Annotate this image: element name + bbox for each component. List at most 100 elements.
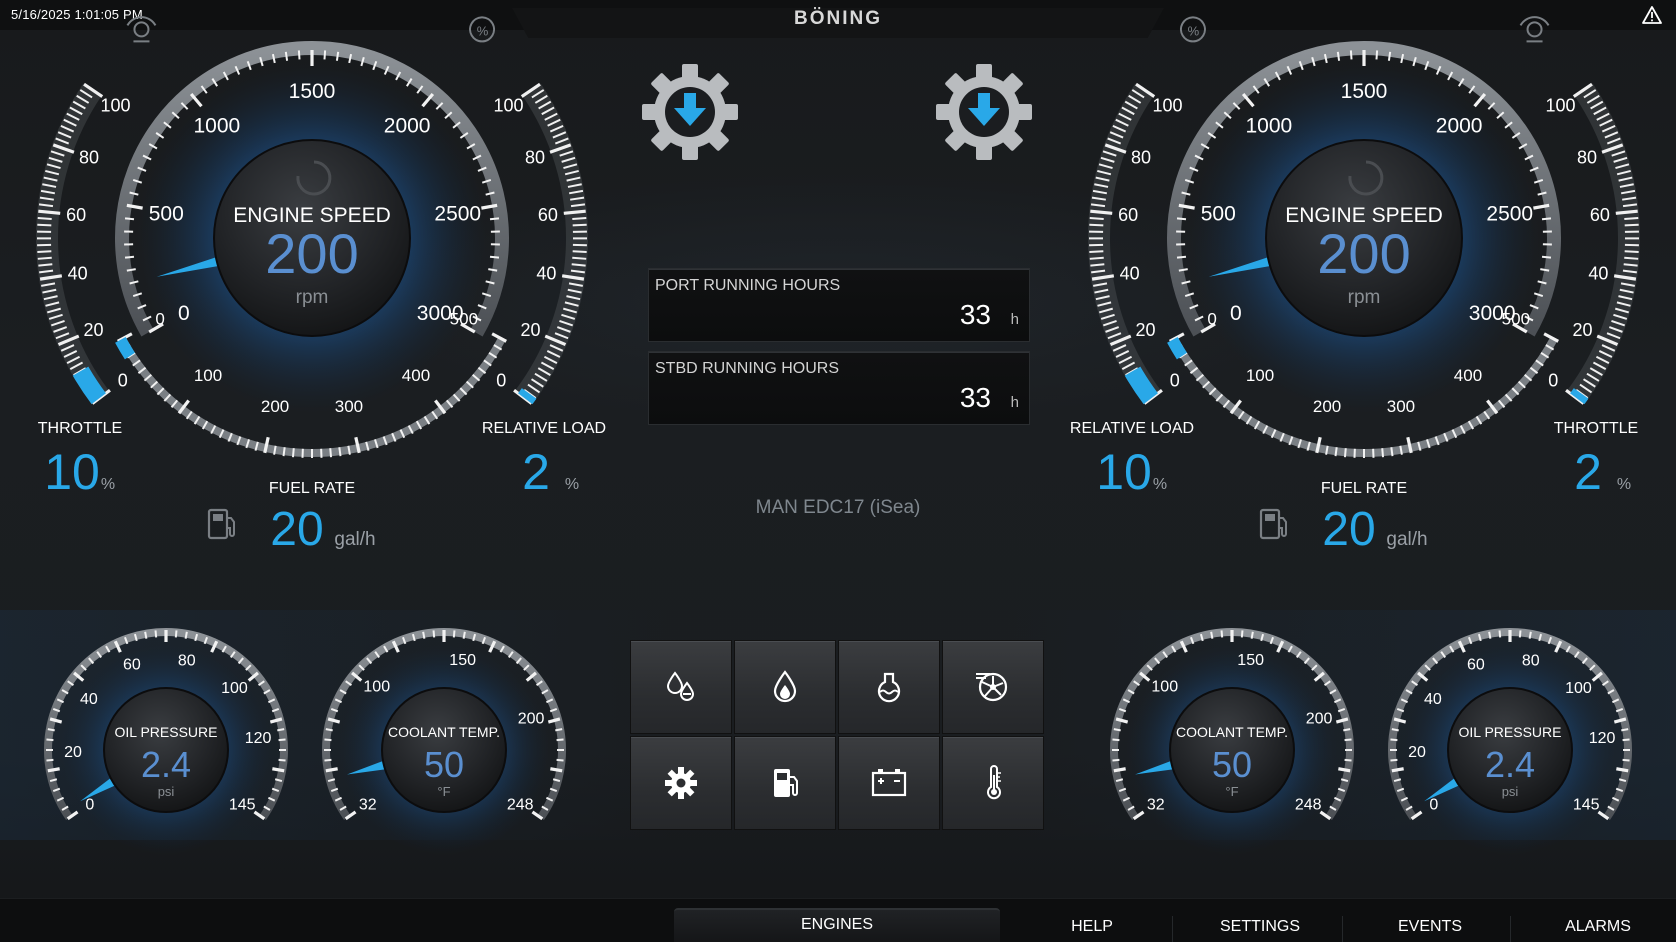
rpm-tick-label: 1500 — [1341, 80, 1388, 103]
gauge-tick — [277, 728, 285, 732]
coolant-temp-title: COOLANT TEMP. — [1176, 724, 1288, 740]
oil-pressure-tick-label: 0 — [1429, 796, 1438, 813]
gauge-tick — [1334, 447, 1338, 457]
throttle-tick-label: 60 — [1590, 205, 1610, 225]
gear-download-icon — [936, 64, 1032, 160]
fuel-pump-button[interactable] — [734, 736, 836, 830]
fuel-rate-tick-label: 100 — [1246, 366, 1274, 385]
fuel-rate-indicator — [1167, 337, 1187, 360]
gauge-tick — [1344, 758, 1352, 762]
coolant-temp-tick-label: 100 — [363, 679, 390, 696]
tab-engines[interactable]: ENGINES — [674, 908, 1000, 942]
gauge-tick — [1390, 447, 1394, 457]
throttle-tick-label: 20 — [84, 320, 104, 340]
coolant-temp-tick-label: 150 — [1237, 652, 1264, 669]
relative-load-tick-label: 100 — [1152, 95, 1182, 115]
tab-events[interactable]: EVENTS — [1346, 918, 1514, 942]
oil-pressure-tick-label: 60 — [1467, 657, 1485, 674]
gauge-tick — [572, 216, 587, 220]
coolant-temp-tick-label: 200 — [1306, 710, 1333, 727]
fuel-pump-icon — [207, 508, 235, 540]
fuel-rate-tick-label: 400 — [1454, 366, 1482, 385]
oil-pressure-tick-label: 100 — [1565, 680, 1592, 697]
throttle-value: 10 — [44, 444, 100, 500]
gauge-tick — [1089, 250, 1104, 254]
relative-load-label: RELATIVE LOAD — [1070, 420, 1194, 437]
coolant-button[interactable] — [838, 640, 940, 734]
load-percent-icon: % — [469, 16, 495, 43]
stbd-gear-download-button[interactable] — [932, 60, 1036, 164]
gauge-tick — [284, 51, 289, 61]
gauge-tick — [46, 758, 54, 762]
fuel-rate-label: FUEL RATE — [1321, 480, 1407, 497]
coolant-temp-tick-label: 100 — [1151, 679, 1178, 696]
engine-dashboard: 5/16/2025 1:01:05 PM BÖNING 0 500 1000 1… — [0, 0, 1676, 942]
oil-pressure-tick-label: 40 — [80, 691, 98, 708]
gauge-tick — [1390, 738, 1398, 742]
coolant-temp-tick-label: 200 — [518, 710, 545, 727]
throttle-tick-label: 40 — [1588, 263, 1608, 283]
gear-download-icon — [642, 64, 738, 160]
gauge-tick — [1113, 767, 1126, 773]
rpm-tick-label: 0 — [1230, 302, 1242, 325]
battery-icon — [871, 769, 907, 797]
gauge-tick — [1387, 51, 1392, 61]
gauge-tick — [38, 263, 53, 267]
tab-help[interactable]: HELP — [1008, 918, 1176, 942]
gauge-tick — [550, 767, 563, 773]
rpm-tick-label: 2000 — [384, 115, 431, 138]
gauge-tick — [1176, 255, 1187, 259]
gauge-tick — [1090, 263, 1105, 267]
coolant-temp-tick-label: 32 — [1147, 796, 1165, 813]
tab-settings[interactable]: SETTINGS — [1176, 918, 1344, 942]
rpm-tick-label: 500 — [1201, 202, 1236, 225]
engine-speed-value: 200 — [1317, 222, 1410, 285]
nav-divider — [1510, 916, 1511, 942]
gauge-tick — [1113, 728, 1121, 732]
coolant-temp-tick-label: 150 — [449, 652, 476, 669]
fuel-rate-tick-label: 300 — [1387, 397, 1415, 416]
oil-button[interactable] — [630, 640, 732, 734]
gauge-tick — [1344, 738, 1352, 742]
gauge-tick — [572, 256, 587, 260]
gauge-tick — [1112, 758, 1120, 762]
gauge-tick — [325, 728, 333, 732]
temperature-button[interactable] — [942, 736, 1044, 830]
throttle-unit: % — [1617, 476, 1631, 493]
gauge-tick — [124, 217, 135, 221]
gauge-tick — [335, 51, 340, 61]
oil-pressure-tick-label: 145 — [1573, 796, 1600, 813]
coolant-temp-title: COOLANT TEMP. — [388, 724, 500, 740]
gauge-tick — [1090, 209, 1113, 215]
throttle-indicator — [1570, 388, 1589, 405]
settings-gear-button[interactable] — [630, 736, 732, 830]
gauge-tick — [325, 767, 338, 773]
fuel-button[interactable] — [734, 640, 836, 734]
gauge-tick — [338, 447, 342, 457]
rpm-tick-label: 0 — [178, 302, 190, 325]
rpm-tick-label: 1000 — [194, 115, 241, 138]
gauge-tick — [297, 50, 301, 60]
stbd-coolant-temp-gauge: 32 100 150 200 248 COOLANT TEMP. 50°F — [1110, 628, 1354, 855]
battery-button[interactable] — [838, 736, 940, 830]
gauge-tick — [1381, 448, 1385, 458]
relative-load-tick-label: 80 — [1131, 148, 1151, 168]
gauge-tick — [1622, 738, 1630, 742]
port-gear-download-button[interactable] — [638, 60, 742, 164]
nav-divider — [1172, 916, 1173, 942]
gauge-tick — [37, 216, 52, 220]
gauge-tick — [1343, 728, 1351, 732]
ecu-label: MAN EDC17 (iSea) — [755, 497, 921, 518]
gauge-tick — [572, 223, 587, 227]
gauge-tick — [124, 255, 135, 259]
turbo-button[interactable] — [942, 640, 1044, 734]
gauge-tick — [555, 728, 563, 732]
gauge-tick — [184, 631, 188, 639]
gauge-tick — [1541, 255, 1552, 259]
tab-alarms[interactable]: ALARMS — [1514, 918, 1676, 942]
fuel-rate-tick-label: 300 — [335, 397, 363, 416]
throttle-tick-label: 0 — [118, 371, 128, 391]
throttle-label: THROTTLE — [1554, 420, 1638, 437]
gauge-tick — [563, 209, 586, 215]
relative-load-label: RELATIVE LOAD — [482, 420, 606, 437]
